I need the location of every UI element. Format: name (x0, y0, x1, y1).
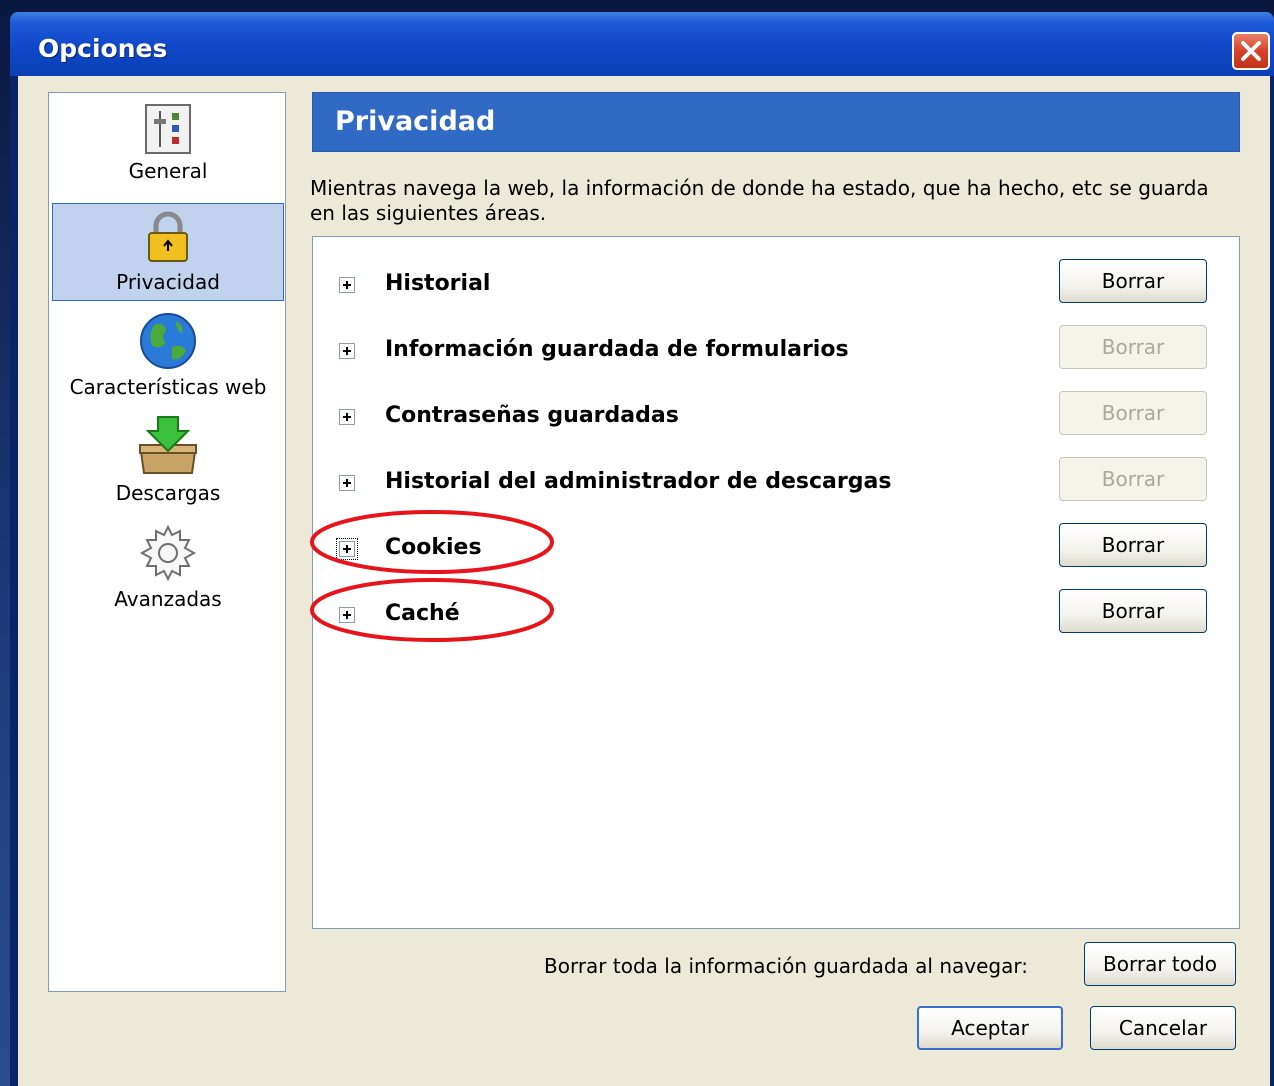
expand-icon[interactable] (336, 538, 358, 560)
cancel-button[interactable]: Cancelar (1090, 1006, 1236, 1050)
clear-download-history-button[interactable]: Borrar (1059, 457, 1207, 501)
list-item-form-data: Información guardada de formularios Borr… (313, 325, 1239, 379)
clear-cookies-button[interactable]: Borrar (1059, 523, 1207, 567)
list-item-cookies: Cookies Borrar (313, 523, 1239, 577)
sidebar-item-downloads[interactable]: Descargas (53, 415, 283, 515)
clear-passwords-button[interactable]: Borrar (1059, 391, 1207, 435)
item-label: Cookies (385, 535, 482, 560)
category-sidebar: General Privacidad Características web D… (48, 92, 286, 992)
item-label: Historial (385, 271, 491, 296)
padlock-icon (148, 211, 188, 262)
clear-cache-button[interactable]: Borrar (1059, 589, 1207, 633)
sidebar-item-label: Descargas (115, 481, 221, 505)
sidebar-item-advanced[interactable]: Avanzadas (53, 523, 283, 623)
list-item-download-history: Historial del administrador de descargas… (313, 457, 1239, 511)
panel-title: Privacidad (335, 106, 496, 137)
ok-button[interactable]: Aceptar (917, 1006, 1063, 1050)
sidebar-item-label: Características web (69, 375, 267, 399)
sidebar-item-label: General (128, 159, 208, 183)
close-icon (1241, 41, 1261, 61)
item-label: Historial del administrador de descargas (385, 469, 892, 494)
panel-header: Privacidad (312, 92, 1240, 152)
clear-history-button[interactable]: Borrar (1059, 259, 1207, 303)
download-box-icon (138, 416, 198, 474)
list-item-historial: Historial Borrar (313, 259, 1239, 313)
window-title: Opciones (38, 34, 168, 63)
item-label: Contraseñas guardadas (385, 403, 679, 428)
dialog-body: General Privacidad Características web D… (18, 76, 1270, 1086)
sidebar-item-label: Avanzadas (114, 587, 222, 611)
expand-icon[interactable] (339, 409, 355, 425)
expand-icon[interactable] (339, 607, 355, 623)
sidebar-item-general[interactable]: General (53, 103, 283, 203)
item-label: Información guardada de formularios (385, 337, 849, 362)
general-settings-icon (145, 104, 191, 154)
expand-icon[interactable] (339, 343, 355, 359)
item-label: Caché (385, 601, 460, 626)
sidebar-item-privacy[interactable]: Privacidad (52, 203, 284, 301)
gear-icon (139, 524, 197, 582)
expand-icon[interactable] (339, 475, 355, 491)
clear-all-button[interactable]: Borrar todo (1084, 942, 1236, 986)
sidebar-item-web-features[interactable]: Características web (53, 311, 283, 411)
panel-description: Mientras navega la web, la información d… (310, 176, 1209, 225)
list-item-cache: Caché Borrar (313, 589, 1239, 643)
close-button[interactable] (1232, 32, 1270, 70)
title-bar[interactable]: Opciones (10, 12, 1274, 76)
list-item-passwords: Contraseñas guardadas Borrar (313, 391, 1239, 445)
globe-icon (140, 313, 196, 369)
clear-form-data-button[interactable]: Borrar (1059, 325, 1207, 369)
sidebar-item-label: Privacidad (116, 270, 220, 294)
clear-all-label: Borrar toda la información guardada al n… (544, 954, 1028, 978)
options-dialog: Opciones General Privacidad Característi… (10, 12, 1274, 1086)
expand-icon[interactable] (339, 277, 355, 293)
privacy-items-list: Historial Borrar Información guardada de… (312, 236, 1240, 929)
